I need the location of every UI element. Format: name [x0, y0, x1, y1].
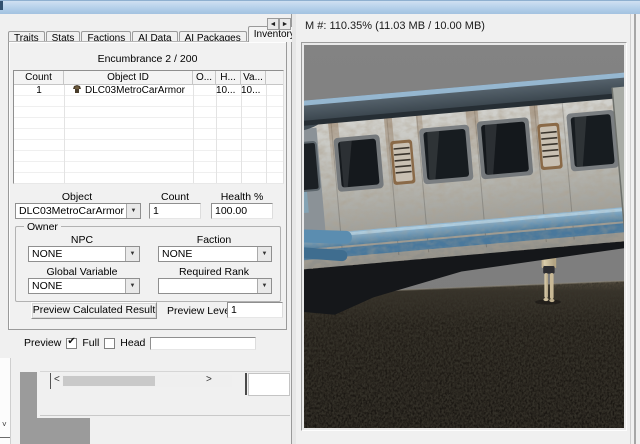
scroll-left-icon[interactable]: < [54, 374, 60, 385]
col-health[interactable]: H... [216, 71, 241, 84]
inventory-list-body: 1 DLC03MetroCarArmor 10... 10... [14, 85, 283, 183]
chevron-down-icon[interactable]: ▼ [125, 279, 139, 293]
window-edge [634, 14, 636, 444]
npc-combobox[interactable]: NONE ▼ [28, 246, 140, 262]
object-label: Object [15, 191, 139, 203]
col-value[interactable]: Va... [241, 71, 266, 84]
inventory-tab-page: Encumbrance 2 / 200 Count Object ID O...… [8, 41, 287, 330]
faction-combobox-value: NONE [162, 248, 256, 260]
chevron-down-icon[interactable]: ▼ [125, 247, 139, 261]
object-combobox-value: DLC03MetroCarArmor [19, 205, 125, 217]
inventory-list-header: Count Object ID O... H... Va... [14, 71, 283, 85]
preview-full-label: Full [82, 337, 99, 349]
cell-object-id: DLC03MetroCarArmor [64, 85, 193, 96]
owner-groupbox: Owner NPC Faction NONE ▼ NONE ▼ Global V… [15, 226, 281, 302]
background-window-fragment [20, 418, 90, 444]
health-input[interactable]: 100.00 [211, 203, 273, 219]
divider [50, 373, 51, 389]
faction-combobox[interactable]: NONE ▼ [158, 246, 272, 262]
tab-scroll-right-button[interactable]: ► [279, 18, 291, 30]
check-icon: ✔ [67, 336, 75, 347]
count-label: Count [149, 191, 201, 203]
chevron-down-icon[interactable]: ▼ [126, 204, 140, 218]
global-variable-label: Global Variable [26, 266, 138, 278]
preview-row: Preview ✔ Full Head [24, 336, 256, 350]
tab-scroll-buttons: ◄► [267, 17, 291, 30]
col-owner[interactable]: O... [193, 71, 216, 84]
divider [40, 371, 290, 372]
render-scene [304, 45, 624, 428]
health-label: Health % [211, 191, 273, 203]
divider [0, 437, 10, 438]
preview-level-input[interactable]: 1 [227, 302, 283, 318]
chevron-down-icon[interactable]: ▼ [257, 247, 271, 261]
scroll-right-icon[interactable]: > [206, 374, 212, 385]
npc-label: NPC [26, 234, 138, 246]
render-preview-window: M #: 110.35% (11.03 MB / 10.00 MB) [296, 14, 640, 444]
render-viewport[interactable] [304, 45, 624, 428]
tab-scroll-left-button[interactable]: ◄ [267, 18, 279, 30]
object-combobox[interactable]: DLC03MetroCarArmor ▼ [15, 203, 141, 219]
preview-label: Preview [24, 337, 61, 349]
faction-label: Faction [156, 234, 272, 246]
npc-edit-dialog: TraitsStatsFactionsAI DataAI PackagesInv… [0, 14, 292, 444]
table-row[interactable]: 1 DLC03MetroCarArmor 10... 10... [14, 85, 283, 96]
tab-strip: TraitsStatsFactionsAI DataAI PackagesInv… [8, 26, 292, 42]
cell-value: 10... [241, 85, 266, 96]
preview-full-checkbox[interactable]: ✔ [66, 338, 77, 349]
owner-group-title: Owner [24, 221, 61, 233]
count-input[interactable]: 1 [149, 203, 201, 219]
required-rank-label: Required Rank [156, 266, 272, 278]
required-rank-combobox[interactable]: ▼ [158, 278, 272, 294]
background-text-field[interactable] [248, 373, 290, 396]
divider [40, 415, 290, 416]
cell-health: 10... [216, 85, 241, 96]
cell-owner [193, 85, 216, 96]
encumbrance-label: Encumbrance 2 / 200 [9, 53, 286, 65]
col-object-id[interactable]: Object ID [64, 71, 193, 84]
render-window-title: M #: 110.35% (11.03 MB / 10.00 MB) [305, 20, 485, 32]
cell-count: 1 [14, 85, 64, 96]
inventory-list[interactable]: Count Object ID O... H... Va... 1 DLC03M… [13, 70, 284, 184]
window-titlebar-strip [0, 0, 640, 14]
global-variable-combobox-value: NONE [32, 280, 124, 292]
preview-level-label: Preview Level [167, 305, 232, 317]
text-caret [245, 373, 247, 395]
chevron-down-icon[interactable]: ▼ [257, 279, 271, 293]
preview-text-field[interactable] [150, 337, 256, 350]
preview-head-label: Head [120, 337, 145, 349]
background-vertical-scrollbar[interactable]: ˅ [0, 358, 11, 444]
scrollbar-thumb[interactable] [63, 376, 155, 386]
background-window-fragment [20, 372, 37, 419]
render-viewport-frame [301, 42, 627, 431]
col-count[interactable]: Count [14, 71, 64, 84]
preview-calculated-result-button[interactable]: Preview Calculated Result [31, 302, 157, 319]
scroll-down-icon[interactable]: ˅ [2, 420, 7, 429]
preview-head-checkbox[interactable] [104, 338, 115, 349]
window-edge [630, 14, 631, 444]
armor-item-icon [72, 85, 82, 94]
global-variable-combobox[interactable]: NONE ▼ [28, 278, 140, 294]
titlebar-notch [0, 1, 3, 10]
npc-combobox-value: NONE [32, 248, 124, 260]
